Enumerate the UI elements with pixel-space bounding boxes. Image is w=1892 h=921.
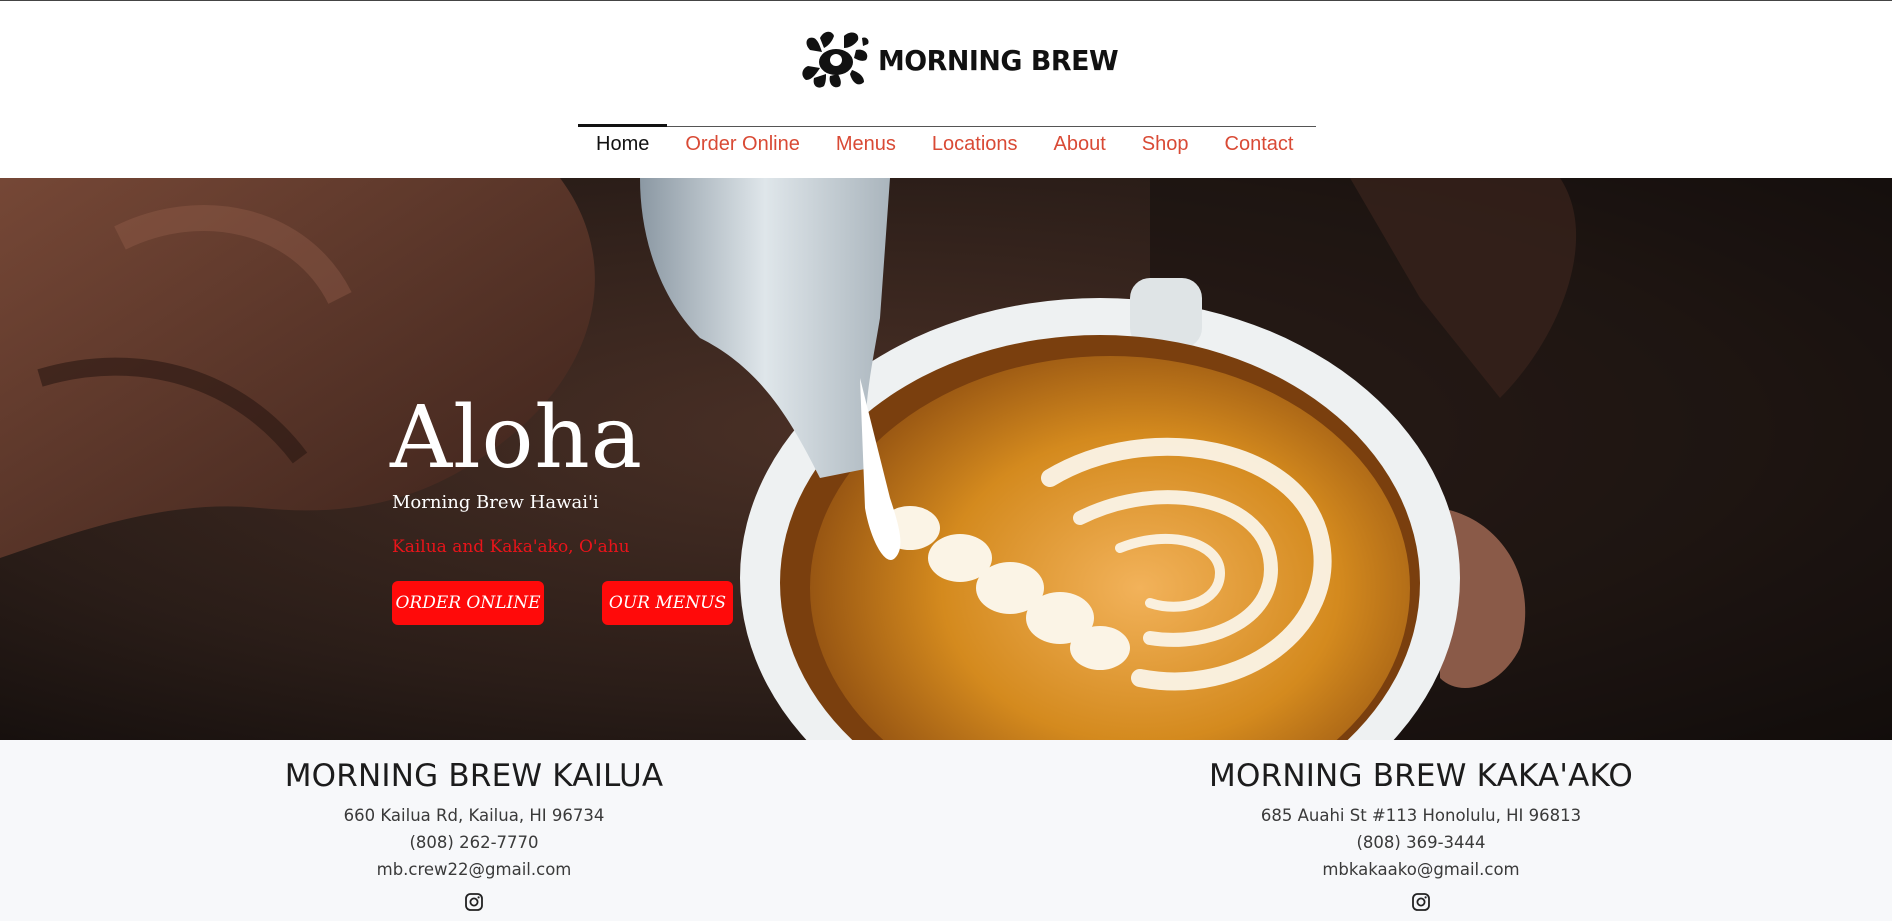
nav-item-menus[interactable]: Menus — [818, 127, 914, 161]
nav-item-locations[interactable]: Locations — [914, 127, 1036, 161]
location-card-kailua: MORNING BREW KAILUA 660 Kailua Rd, Kailu… — [164, 740, 784, 917]
locations-section: MORNING BREW KAILUA 660 Kailua Rd, Kailu… — [0, 740, 1892, 921]
instagram-icon[interactable] — [464, 892, 484, 912]
location-name: MORNING BREW KAILUA — [284, 758, 664, 794]
instagram-icon[interactable] — [1411, 892, 1431, 912]
our-menus-button[interactable]: OUR MENUS — [602, 581, 733, 625]
brand-logo[interactable]: MORNING BREW — [800, 27, 1128, 93]
nav-item-order-online[interactable]: Order Online — [667, 127, 818, 161]
location-phone[interactable]: (808) 369-3444 — [1111, 829, 1731, 856]
location-card-kakaako: MORNING BREW KAKA'AKO 685 Auahi St #113 … — [1111, 740, 1731, 917]
location-address: 660 Kailua Rd, Kailua, HI 96734 — [343, 806, 605, 825]
hero-subtitle: Morning Brew Hawai'i — [392, 492, 599, 513]
location-address: 685 Auahi St #113 Honolulu, HI 96813 — [1260, 806, 1582, 825]
main-nav: Home Order Online Menus Locations About … — [578, 124, 1316, 161]
location-email[interactable]: mbkakaako@gmail.com — [1111, 856, 1731, 883]
brand-name: MORNING BREW — [878, 43, 1119, 77]
latte-art-hero-image — [0, 178, 1892, 740]
location-email[interactable]: mb.crew22@gmail.com — [164, 856, 784, 883]
nav-item-about[interactable]: About — [1036, 127, 1124, 161]
hero-banner: Aloha Morning Brew Hawai'i Kailua and Ka… — [0, 178, 1892, 740]
hero-location: Kailua and Kaka'ako, O'ahu — [392, 537, 630, 557]
location-name: MORNING BREW KAKA'AKO — [1209, 758, 1633, 794]
order-online-button[interactable]: ORDER ONLINE — [392, 581, 544, 625]
nav-item-shop[interactable]: Shop — [1124, 127, 1207, 161]
nav-item-home[interactable]: Home — [578, 124, 668, 161]
hero-title: Aloha — [390, 388, 644, 488]
site-header: MORNING BREW Home Order Online Menus Loc… — [0, 1, 1892, 177]
nav-item-contact[interactable]: Contact — [1207, 127, 1312, 161]
turtle-logo-icon — [802, 31, 869, 88]
location-phone[interactable]: (808) 262-7770 — [164, 829, 784, 856]
